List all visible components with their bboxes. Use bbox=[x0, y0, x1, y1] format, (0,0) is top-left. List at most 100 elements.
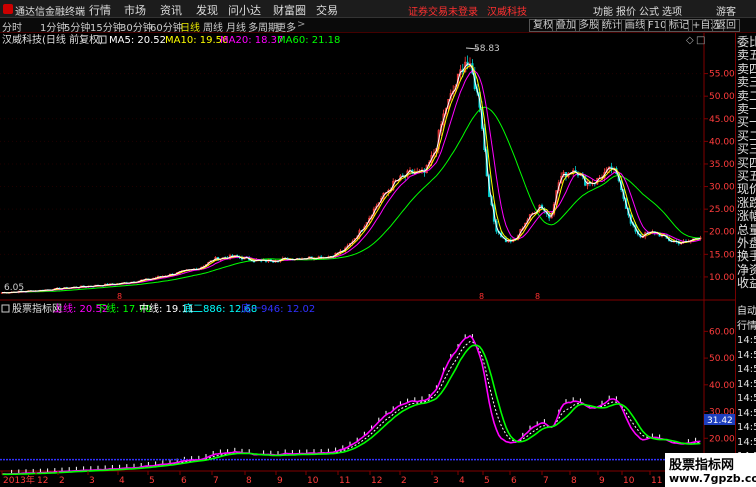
period-5min[interactable]: 5分钟 bbox=[64, 19, 90, 34]
period-60min[interactable]: 60分钟 bbox=[150, 19, 183, 34]
tick-row: 14:56 bbox=[737, 349, 756, 361]
xtick-label: 5 bbox=[484, 476, 490, 486]
menu-news[interactable]: 资讯 bbox=[160, 2, 182, 18]
xtick-label: 9 bbox=[277, 476, 283, 486]
main-ytick-label: 55.00 bbox=[709, 70, 735, 80]
xtick-label: 8 bbox=[246, 476, 252, 486]
menu-markets[interactable]: 市场 bbox=[124, 2, 146, 18]
xtick-label: 9 bbox=[599, 476, 605, 486]
period-intraday[interactable]: 分时 bbox=[2, 19, 22, 34]
xtick-label: 11 bbox=[339, 476, 350, 486]
watermark-url: www.7gpzb.com bbox=[669, 472, 756, 485]
sub-ytick-label: 60.00 bbox=[709, 327, 735, 337]
quote-field: 卖二 bbox=[737, 88, 756, 103]
quote-field: 买一 bbox=[737, 115, 756, 130]
notice-stock: 汉威科技 bbox=[487, 7, 527, 18]
main-ytick-label: 45.00 bbox=[709, 115, 735, 125]
xtick-label: 6 bbox=[511, 476, 517, 486]
quote-field: 买五 bbox=[737, 169, 756, 183]
tick-row: 14:56 bbox=[737, 436, 756, 448]
more-arrow-icon[interactable]: > bbox=[297, 19, 305, 30]
main-ytick-label: 30.00 bbox=[709, 183, 735, 193]
quote-field: 买三 bbox=[737, 142, 756, 157]
xtick-label: 5 bbox=[149, 476, 155, 486]
main-ytick-label: 25.00 bbox=[709, 205, 735, 215]
guest-user[interactable]: 游客 bbox=[716, 3, 736, 18]
low-label: 6.05 bbox=[4, 283, 24, 293]
login-notice[interactable]: 证券交易未登录 bbox=[408, 3, 478, 18]
bottom1-label: 底一946: 12.02 bbox=[241, 302, 315, 315]
xtick-label: 12 bbox=[37, 476, 48, 486]
menu-market[interactable]: 行情 bbox=[89, 2, 111, 18]
main-ytick-label: 10.00 bbox=[709, 273, 735, 283]
app-logo-icon bbox=[3, 4, 13, 14]
menu-formula[interactable]: 公式 bbox=[639, 3, 659, 18]
xtick-label: 7 bbox=[543, 476, 549, 486]
quote-field: 涨跌 bbox=[737, 195, 756, 210]
main-ytick-label: 15.00 bbox=[709, 250, 735, 260]
quote-field: 现价 bbox=[737, 182, 756, 197]
kline-chart[interactable]: 汉威科技(日线 前复权) MA5: 20.52 MA10: 19.56 MA20… bbox=[0, 33, 735, 487]
quote-field: 买二 bbox=[737, 128, 756, 143]
period-weekly[interactable]: 周线 bbox=[203, 19, 223, 34]
menu-function[interactable]: 功能 bbox=[593, 3, 613, 18]
period-15min[interactable]: 15分钟 bbox=[90, 19, 123, 34]
price-tag: 31.42 bbox=[707, 416, 733, 426]
tick-row: 14:56 bbox=[737, 393, 756, 404]
xtick-label: 10 bbox=[623, 476, 635, 486]
tick-row: 行情 bbox=[737, 320, 756, 332]
xtick-label: 3 bbox=[433, 476, 439, 486]
menu-trade[interactable]: 交易 bbox=[316, 2, 338, 18]
menu-quote[interactable]: 报价 bbox=[616, 3, 636, 18]
btn-back[interactable]: 返回 bbox=[712, 19, 740, 32]
tick-row: 14:56 bbox=[737, 422, 756, 433]
quote-field: 卖五 bbox=[737, 48, 756, 63]
main-ytick-label: 20.00 bbox=[709, 228, 735, 238]
quote-field: 卖三 bbox=[737, 75, 756, 90]
tick-row: 14:56 bbox=[737, 378, 756, 390]
main-ytick-label: 50.00 bbox=[709, 92, 735, 102]
main-ytick-label: 35.00 bbox=[709, 160, 735, 170]
watermark-title: 股票指标网 bbox=[669, 458, 735, 473]
quote-field: 外盘 bbox=[737, 236, 756, 250]
marker-2: 8 bbox=[479, 292, 484, 301]
quote-field: 换手 bbox=[737, 249, 756, 264]
marker-1: 8 bbox=[117, 292, 122, 301]
menu-discover[interactable]: 发现 bbox=[196, 2, 218, 18]
app-title: 通达信金融终端 bbox=[15, 7, 85, 18]
close-panel-icon[interactable]: □ bbox=[696, 35, 705, 46]
xtick-label: 4 bbox=[459, 476, 465, 486]
xtick-label: 2 bbox=[59, 476, 65, 486]
period-more[interactable]: 更多 bbox=[276, 19, 296, 34]
xtick-label: 2013年 bbox=[3, 474, 35, 486]
marker-3: 8 bbox=[535, 292, 540, 301]
xtick-label: 6 bbox=[181, 476, 187, 486]
menu-options[interactable]: 选项 bbox=[662, 3, 682, 18]
period-1min[interactable]: 1分钟 bbox=[40, 19, 66, 34]
ma10-label: MA10: 19.56 bbox=[165, 35, 228, 46]
ma5-label: MA5: 20.52 bbox=[109, 35, 166, 46]
xtick-label: 7 bbox=[213, 476, 219, 486]
xtick-label: 4 bbox=[119, 476, 125, 486]
xtick-label: 3 bbox=[89, 476, 95, 486]
menu-wealth[interactable]: 财富圈 bbox=[273, 2, 306, 18]
xtick-label: 11 bbox=[651, 476, 662, 486]
period-30min[interactable]: 30分钟 bbox=[120, 19, 153, 34]
tick-row: 14:56 bbox=[737, 407, 756, 419]
period-daily[interactable]: 日线 bbox=[180, 19, 200, 34]
quote-field: 总量 bbox=[737, 222, 756, 237]
stock-label: 汉威科技(日线 前复权) bbox=[2, 33, 103, 46]
menu-ask[interactable]: 问小达 bbox=[228, 2, 261, 18]
expand-icon[interactable]: ◇ bbox=[686, 35, 694, 46]
xtick-label: 2 bbox=[401, 476, 407, 486]
main-ytick-label: 40.00 bbox=[709, 137, 735, 147]
xtick-label: 8 bbox=[571, 476, 577, 486]
tick-row: 14:56 bbox=[737, 335, 756, 346]
quote-field: 卖四 bbox=[737, 61, 756, 76]
quote-side-panel: 委比 卖五 卖四 卖三 卖二 卖一 买一 买二 买三 买四 买五 现价 涨跌 涨幅 总量 外盘 换手 净资 收益 自动… bbox=[735, 33, 756, 487]
sub-ytick-label: 50.00 bbox=[709, 354, 735, 364]
quote-field: 涨幅 bbox=[737, 209, 756, 224]
quote-field: 卖一 bbox=[737, 102, 756, 116]
period-multi[interactable]: 多周期 bbox=[248, 19, 278, 34]
period-monthly[interactable]: 月线 bbox=[226, 19, 246, 34]
